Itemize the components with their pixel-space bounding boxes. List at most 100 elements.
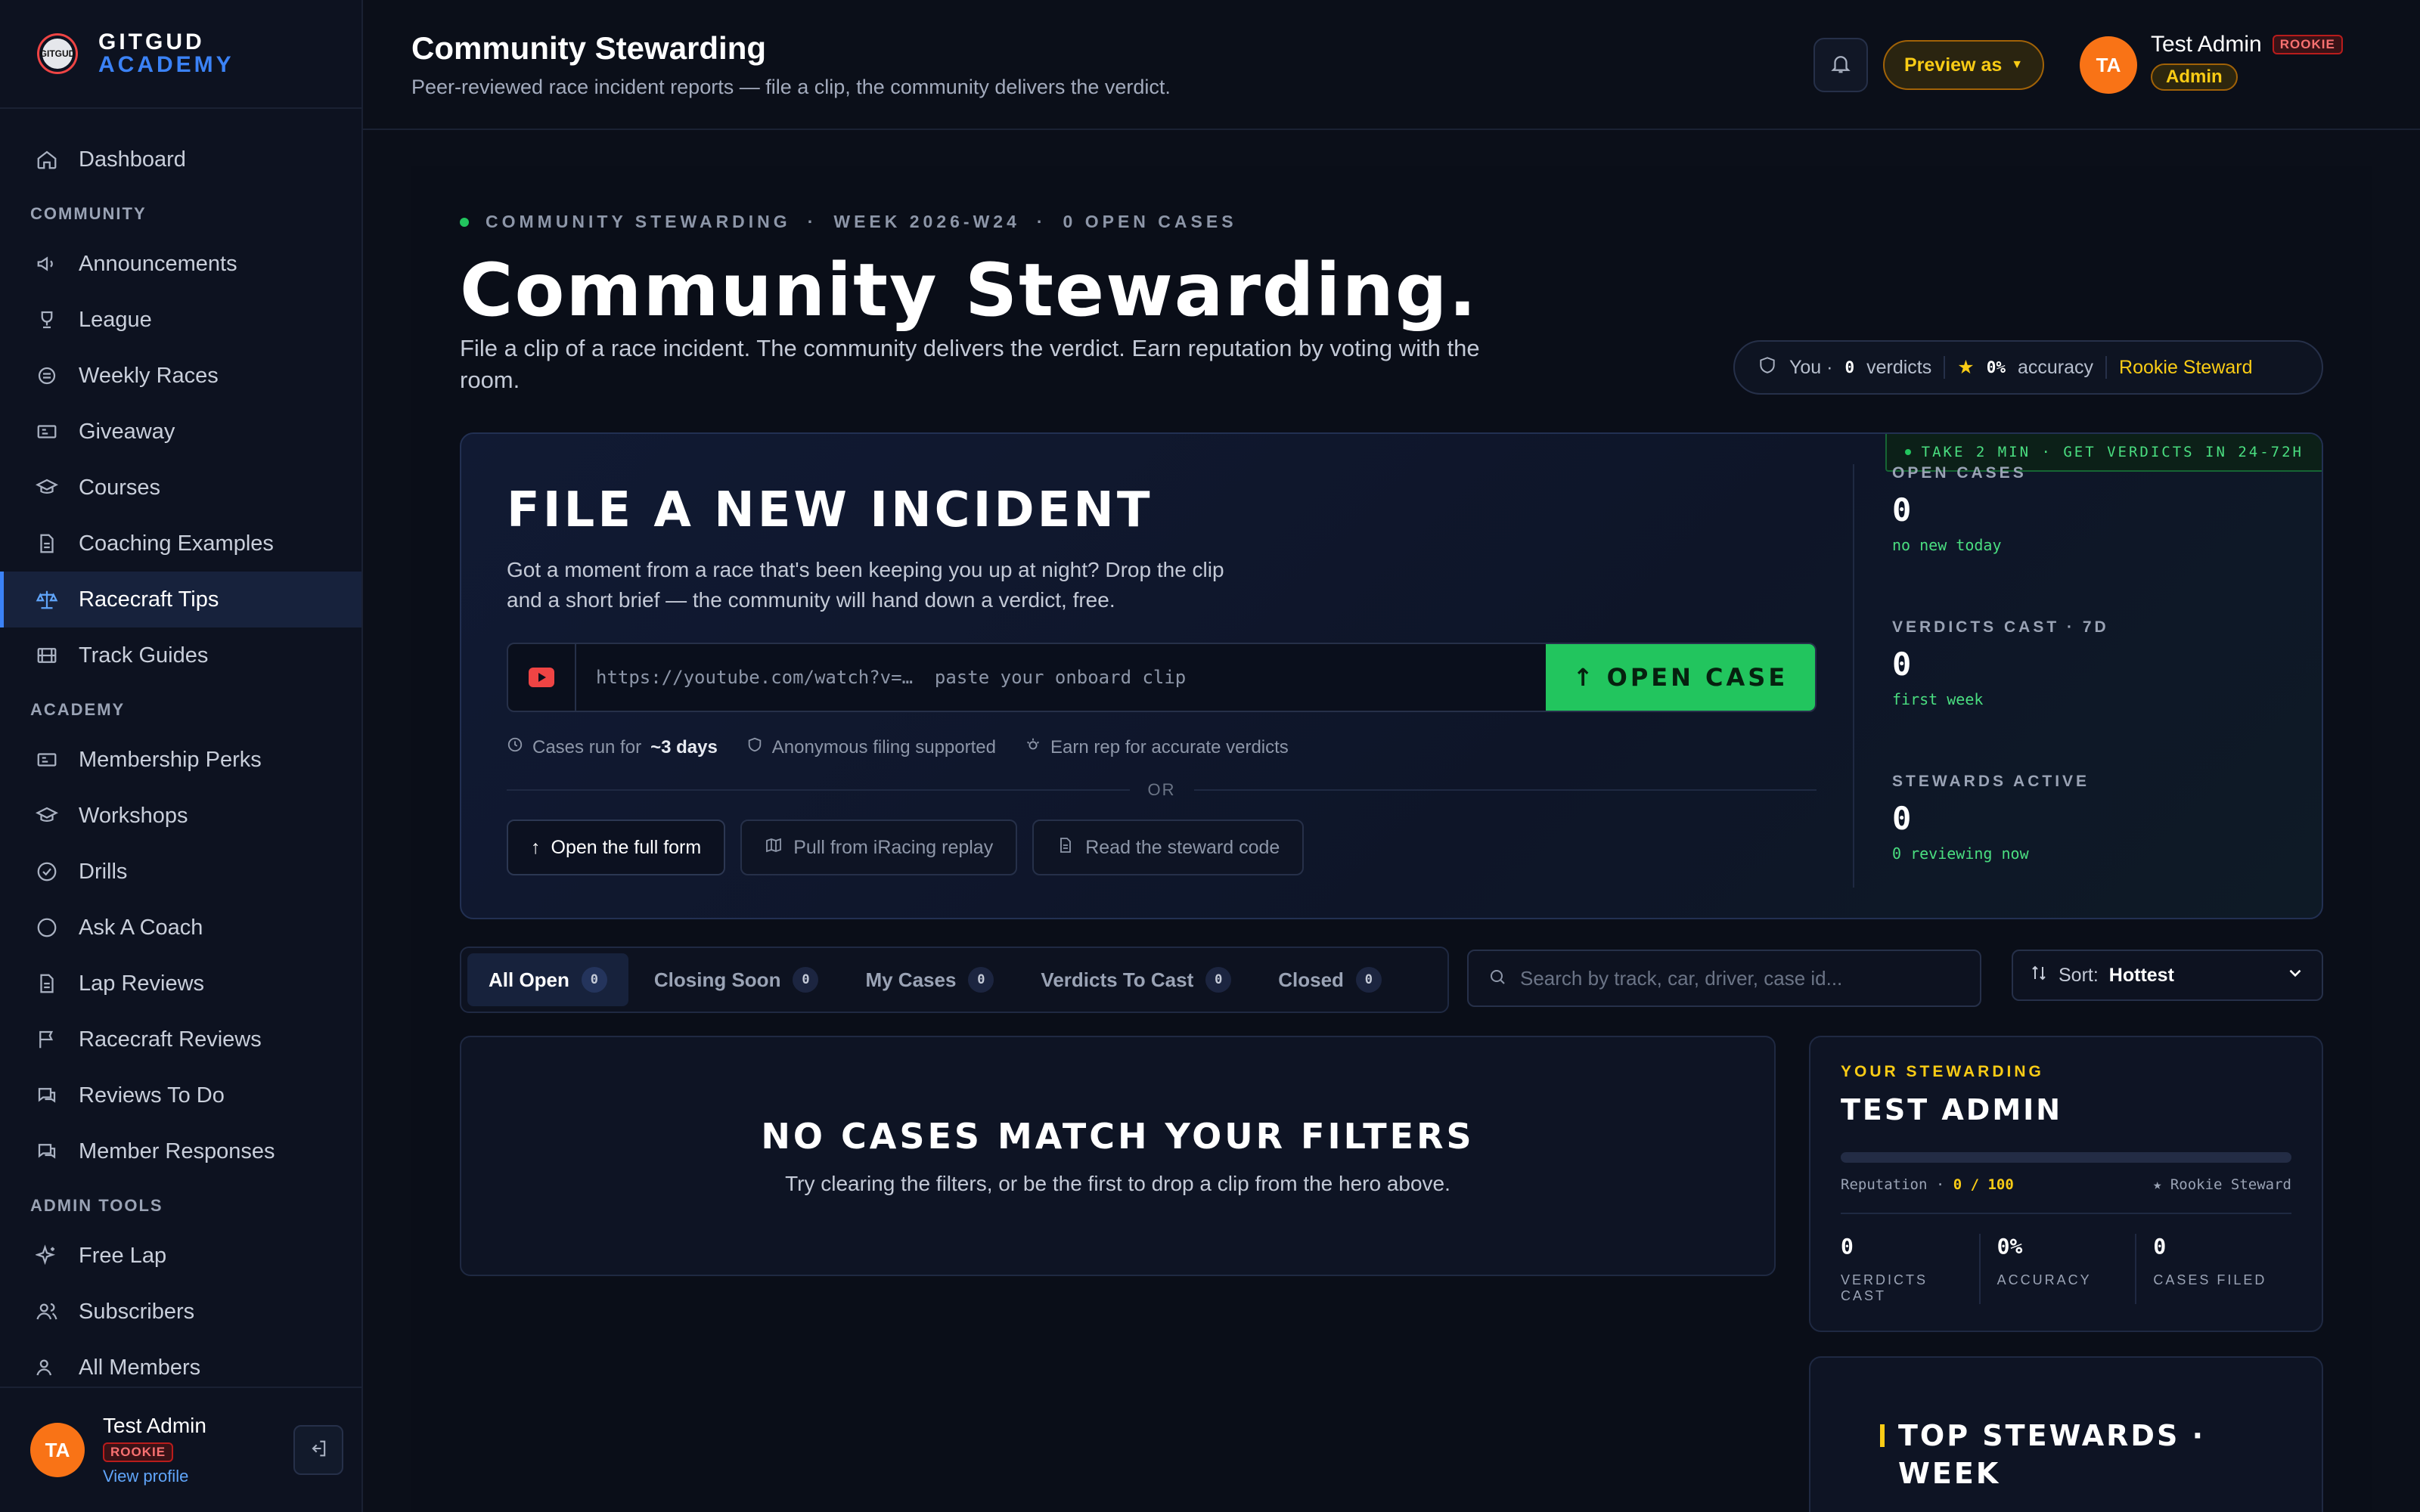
top-stewards-title: TOP STEWARDS · WEEK	[1898, 1419, 2206, 1490]
sidebar-item-track-guides[interactable]: Track Guides	[0, 627, 361, 683]
empty-state-subtitle: Try clearing the filters, or be the firs…	[785, 1172, 1450, 1195]
file-incident-card: FILE A NEW INCIDENT Got a moment from a …	[460, 432, 2323, 919]
sidebar-item-workshops[interactable]: Workshops	[0, 788, 361, 844]
logout-button[interactable]	[293, 1425, 343, 1475]
preview-as-label: Preview as	[1904, 54, 2003, 76]
steward-name: TEST ADMIN	[1841, 1093, 2063, 1126]
trophy-icon	[32, 305, 62, 335]
graduation-cap-icon	[32, 801, 62, 831]
role-badge: Admin	[2151, 64, 2238, 91]
scale-icon	[32, 584, 62, 615]
stat-verdicts-cast: 0 VERDICTS CAST	[1841, 1234, 1928, 1303]
search-input[interactable]	[1520, 966, 1980, 990]
tab-closing-soon[interactable]: Closing Soon 0	[633, 953, 840, 1006]
page-subtitle: Peer-reviewed race incident reports — fi…	[411, 76, 1171, 98]
stat-stewards-active: STEWARDS ACTIVE 0 0 reviewing now	[1892, 773, 2090, 863]
sidebar-item-label: Racecraft Tips	[79, 587, 219, 612]
ticket-icon	[32, 745, 62, 775]
sidebar-item-label: Announcements	[79, 251, 237, 276]
user-menu[interactable]: Test Admin ROOKIE Admin	[2151, 32, 2343, 91]
sort-icon	[2030, 964, 2048, 987]
sidebar-item-label: Member Responses	[79, 1139, 275, 1163]
youtube-icon	[508, 644, 576, 711]
document-icon	[32, 528, 62, 559]
count-badge: 0	[581, 967, 607, 993]
sidebar-item-ask-a-coach[interactable]: Ask A Coach	[0, 900, 361, 956]
notifications-button[interactable]	[1813, 38, 1868, 92]
tab-verdicts-to-cast[interactable]: Verdicts To Cast 0	[1019, 953, 1252, 1006]
stat-verdicts-cast: VERDICTS CAST · 7D 0 first week	[1892, 618, 2109, 708]
sidebar-item-membership-perks[interactable]: Membership Perks	[0, 732, 361, 788]
film-icon	[32, 640, 62, 671]
count-badge: 0	[793, 967, 819, 993]
filing-meta: Cases run for ~3 days Anonymous filing s…	[507, 736, 1289, 758]
topbar: Community Stewarding Peer-reviewed race …	[363, 0, 2420, 130]
sidebar-item-reviews-to-do[interactable]: Reviews To Do	[0, 1067, 361, 1123]
reputation-row: Reputation · 0 / 100 ★ Rookie Steward	[1841, 1176, 2291, 1193]
sidebar-item-member-responses[interactable]: Member Responses	[0, 1123, 361, 1179]
sidebar-section-admin-tools: ADMIN TOOLS	[30, 1196, 163, 1215]
sidebar-item-label: Racecraft Reviews	[79, 1027, 262, 1052]
sidebar-item-subscribers[interactable]: Subscribers	[0, 1284, 361, 1340]
hero-subtitle: File a clip of a race incident. The comm…	[460, 335, 1480, 393]
your-stewarding-card: YOUR STEWARDING TEST ADMIN Reputation · …	[1809, 1036, 2323, 1332]
empty-state: NO CASES MATCH YOUR FILTERS Try clearing…	[460, 1036, 1776, 1276]
sidebar-item-dashboard[interactable]: Dashboard	[0, 132, 361, 187]
clip-url-row: ↑ OPEN CASE	[507, 643, 1817, 712]
open-full-form-button[interactable]: ↑ Open the full form	[507, 820, 726, 875]
sidebar-item-drills[interactable]: Drills	[0, 844, 361, 900]
sidebar-item-label: Membership Perks	[79, 747, 262, 772]
document-icon	[1056, 836, 1075, 860]
sidebar-item-racecraft-reviews[interactable]: Racecraft Reviews	[0, 1012, 361, 1067]
megaphone-icon	[32, 249, 62, 279]
chat-icon	[32, 912, 62, 943]
sidebar-item-label: Lap Reviews	[79, 971, 205, 996]
chat-bubbles-icon	[32, 1136, 62, 1167]
sidebar-user-name: Test Admin	[103, 1414, 206, 1437]
view-profile-link[interactable]: View profile	[103, 1467, 206, 1486]
avatar[interactable]: TA	[2080, 36, 2137, 94]
sort-select[interactable]: Sort: Hottest	[2012, 950, 2323, 1001]
sidebar: GITGUD GITGUD ACADEMY Dashboard COMMUNIT…	[0, 0, 363, 1512]
chat-bubbles-icon	[32, 1080, 62, 1111]
clip-url-input[interactable]	[576, 644, 1546, 711]
pull-iracing-replay-button[interactable]: Pull from iRacing replay	[740, 820, 1018, 875]
read-steward-code-button[interactable]: Read the steward code	[1032, 820, 1305, 875]
star-icon: ★	[1957, 357, 1975, 378]
check-circle-icon	[32, 857, 62, 887]
logout-icon	[308, 1438, 329, 1463]
sidebar-item-giveaway[interactable]: Giveaway	[0, 404, 361, 460]
avatar[interactable]: TA	[30, 1423, 85, 1477]
sidebar-item-weekly-races[interactable]: Weekly Races	[0, 348, 361, 404]
sidebar-item-coaching-examples[interactable]: Coaching Examples	[0, 516, 361, 572]
brand-name: GITGUD	[98, 29, 205, 54]
preview-as-button[interactable]: Preview as ▼	[1883, 40, 2045, 90]
sidebar-item-lap-reviews[interactable]: Lap Reviews	[0, 956, 361, 1012]
reputation-progress-bar	[1841, 1152, 2291, 1163]
tab-all-open[interactable]: All Open 0	[467, 953, 628, 1006]
tab-my-cases[interactable]: My Cases 0	[844, 953, 1015, 1006]
sidebar-item-league[interactable]: League	[0, 292, 361, 348]
tab-closed[interactable]: Closed 0	[1257, 953, 1403, 1006]
users-icon	[32, 1297, 62, 1327]
sidebar-section-academy: ACADEMY	[30, 700, 126, 719]
sidebar-item-racecraft-tips[interactable]: Racecraft Tips	[0, 572, 361, 627]
page-title: Community Stewarding	[411, 30, 767, 66]
open-case-button[interactable]: ↑ OPEN CASE	[1546, 644, 1815, 711]
top-stewards-card: TOP STEWARDS · WEEK	[1809, 1356, 2323, 1512]
count-badge: 0	[1205, 967, 1232, 993]
hero-title: Community Stewarding.	[460, 248, 1478, 333]
arrow-up-icon: ↑	[531, 836, 541, 858]
sidebar-item-label: Reviews To Do	[79, 1083, 225, 1108]
live-dot-icon	[460, 217, 469, 227]
sidebar-item-announcements[interactable]: Announcements	[0, 236, 361, 292]
sidebar-item-label: Giveaway	[79, 419, 175, 444]
brand[interactable]: GITGUD GITGUD ACADEMY	[0, 0, 361, 109]
ticket-icon	[32, 417, 62, 447]
sidebar-item-free-lap[interactable]: Free Lap	[0, 1228, 361, 1284]
sidebar-item-label: Weekly Races	[79, 363, 219, 388]
sidebar-item-label: Courses	[79, 475, 160, 500]
count-badge: 0	[1355, 967, 1382, 993]
document-icon	[32, 968, 62, 999]
sidebar-item-courses[interactable]: Courses	[0, 460, 361, 516]
